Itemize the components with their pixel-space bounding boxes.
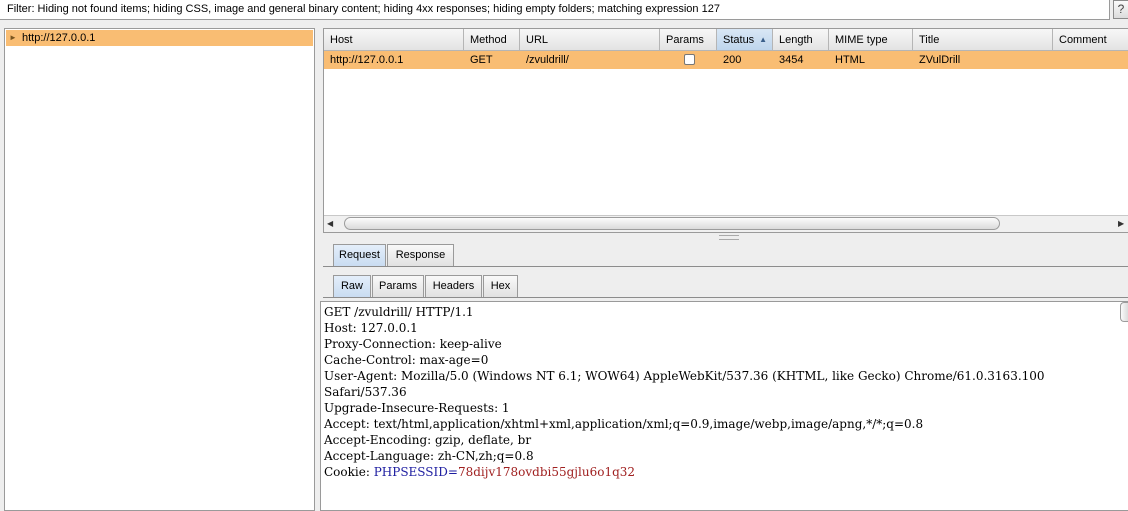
column-header-url[interactable]: URL xyxy=(520,29,660,51)
cookie-name: PHPSESSID xyxy=(373,465,448,479)
cell-method: GET xyxy=(470,54,493,66)
column-header-method[interactable]: Method xyxy=(464,29,520,51)
tab-request[interactable]: Request xyxy=(333,244,386,266)
cell-status: 200 xyxy=(723,54,742,66)
column-header-mime[interactable]: MIME type xyxy=(829,29,913,51)
scroll-left-icon[interactable]: ◀ xyxy=(327,217,333,231)
column-header-status[interactable]: Status ▲ xyxy=(717,29,773,51)
request-line: Accept: text/html,application/xhtml+xml,… xyxy=(324,417,924,431)
request-line: Proxy-Connection: keep-alive xyxy=(324,337,502,351)
filter-bar[interactable]: Filter: Hiding not found items; hiding C… xyxy=(0,0,1110,20)
request-line: User-Agent: Mozilla/5.0 (Windows NT 6.1;… xyxy=(324,369,1045,383)
cookie-equals: = xyxy=(447,465,458,479)
tabs-divider xyxy=(323,266,1128,267)
tab-headers[interactable]: Headers xyxy=(425,275,482,297)
column-header-status-label: Status xyxy=(723,34,755,46)
request-line: Safari/537.36 xyxy=(324,385,407,399)
cell-url: /zvuldrill/ xyxy=(526,54,569,66)
tab-params[interactable]: Params xyxy=(372,275,424,297)
cell-mime: HTML xyxy=(835,54,865,66)
cell-title: ZVulDrill xyxy=(919,54,961,66)
raw-request-editor[interactable]: GET /zvuldrill/ HTTP/1.1 Host: 127.0.0.1… xyxy=(320,301,1128,511)
horizontal-scrollbar[interactable]: ◀ ▶ xyxy=(324,215,1128,232)
tab-response[interactable]: Response xyxy=(387,244,454,266)
tree-node-host[interactable]: ► http://127.0.0.1 xyxy=(6,30,313,46)
tree-node-label: http://127.0.0.1 xyxy=(22,32,96,44)
request-line: Accept-Encoding: gzip, deflate, br xyxy=(324,433,532,447)
cell-host: http://127.0.0.1 xyxy=(330,54,404,66)
tab-raw[interactable]: Raw xyxy=(333,275,371,297)
vertical-scrollbar-thumb[interactable] xyxy=(1120,302,1128,322)
table-header: Host Method URL Params Status ▲ Length M… xyxy=(324,29,1128,51)
cookie-value: 78dijv178ovdbi55gjlu6o1q32 xyxy=(457,465,636,479)
horizontal-splitter-grip[interactable] xyxy=(719,235,739,240)
column-header-length[interactable]: Length xyxy=(773,29,829,51)
cell-length: 3454 xyxy=(779,54,804,66)
request-line: Upgrade-Insecure-Requests: 1 xyxy=(324,401,510,415)
request-line: Host: 127.0.0.1 xyxy=(324,321,418,335)
request-line: GET /zvuldrill/ HTTP/1.1 xyxy=(324,305,474,319)
cookie-prefix: Cookie: xyxy=(324,465,374,479)
requests-table[interactable]: Host Method URL Params Status ▲ Length M… xyxy=(323,28,1128,233)
column-header-title[interactable]: Title xyxy=(913,29,1053,51)
sort-ascending-icon: ▲ xyxy=(759,35,767,44)
column-header-comment[interactable]: Comment xyxy=(1053,29,1128,51)
scroll-right-icon[interactable]: ▶ xyxy=(1118,217,1124,231)
params-checkbox[interactable] xyxy=(684,54,695,65)
cookie-line: Cookie: PHPSESSID=78dijv178ovdbi55gjlu6o… xyxy=(324,464,635,480)
column-header-host[interactable]: Host xyxy=(324,29,464,51)
request-line: Accept-Language: zh-CN,zh;q=0.8 xyxy=(324,449,534,463)
site-map-tree[interactable]: ► http://127.0.0.1 xyxy=(4,28,315,511)
expand-arrow-icon[interactable]: ► xyxy=(9,30,17,46)
cell-comment xyxy=(1053,51,1059,69)
help-button[interactable]: ? xyxy=(1113,0,1128,19)
column-header-params[interactable]: Params xyxy=(660,29,717,51)
table-row[interactable]: http://127.0.0.1 GET /zvuldrill/ 200 345… xyxy=(324,51,1128,69)
scrollbar-thumb[interactable] xyxy=(344,217,1000,230)
tabs-divider xyxy=(323,297,1128,298)
request-line: Cache-Control: max-age=0 xyxy=(324,353,489,367)
filter-text: Filter: Hiding not found items; hiding C… xyxy=(7,3,720,15)
tab-hex[interactable]: Hex xyxy=(483,275,518,297)
